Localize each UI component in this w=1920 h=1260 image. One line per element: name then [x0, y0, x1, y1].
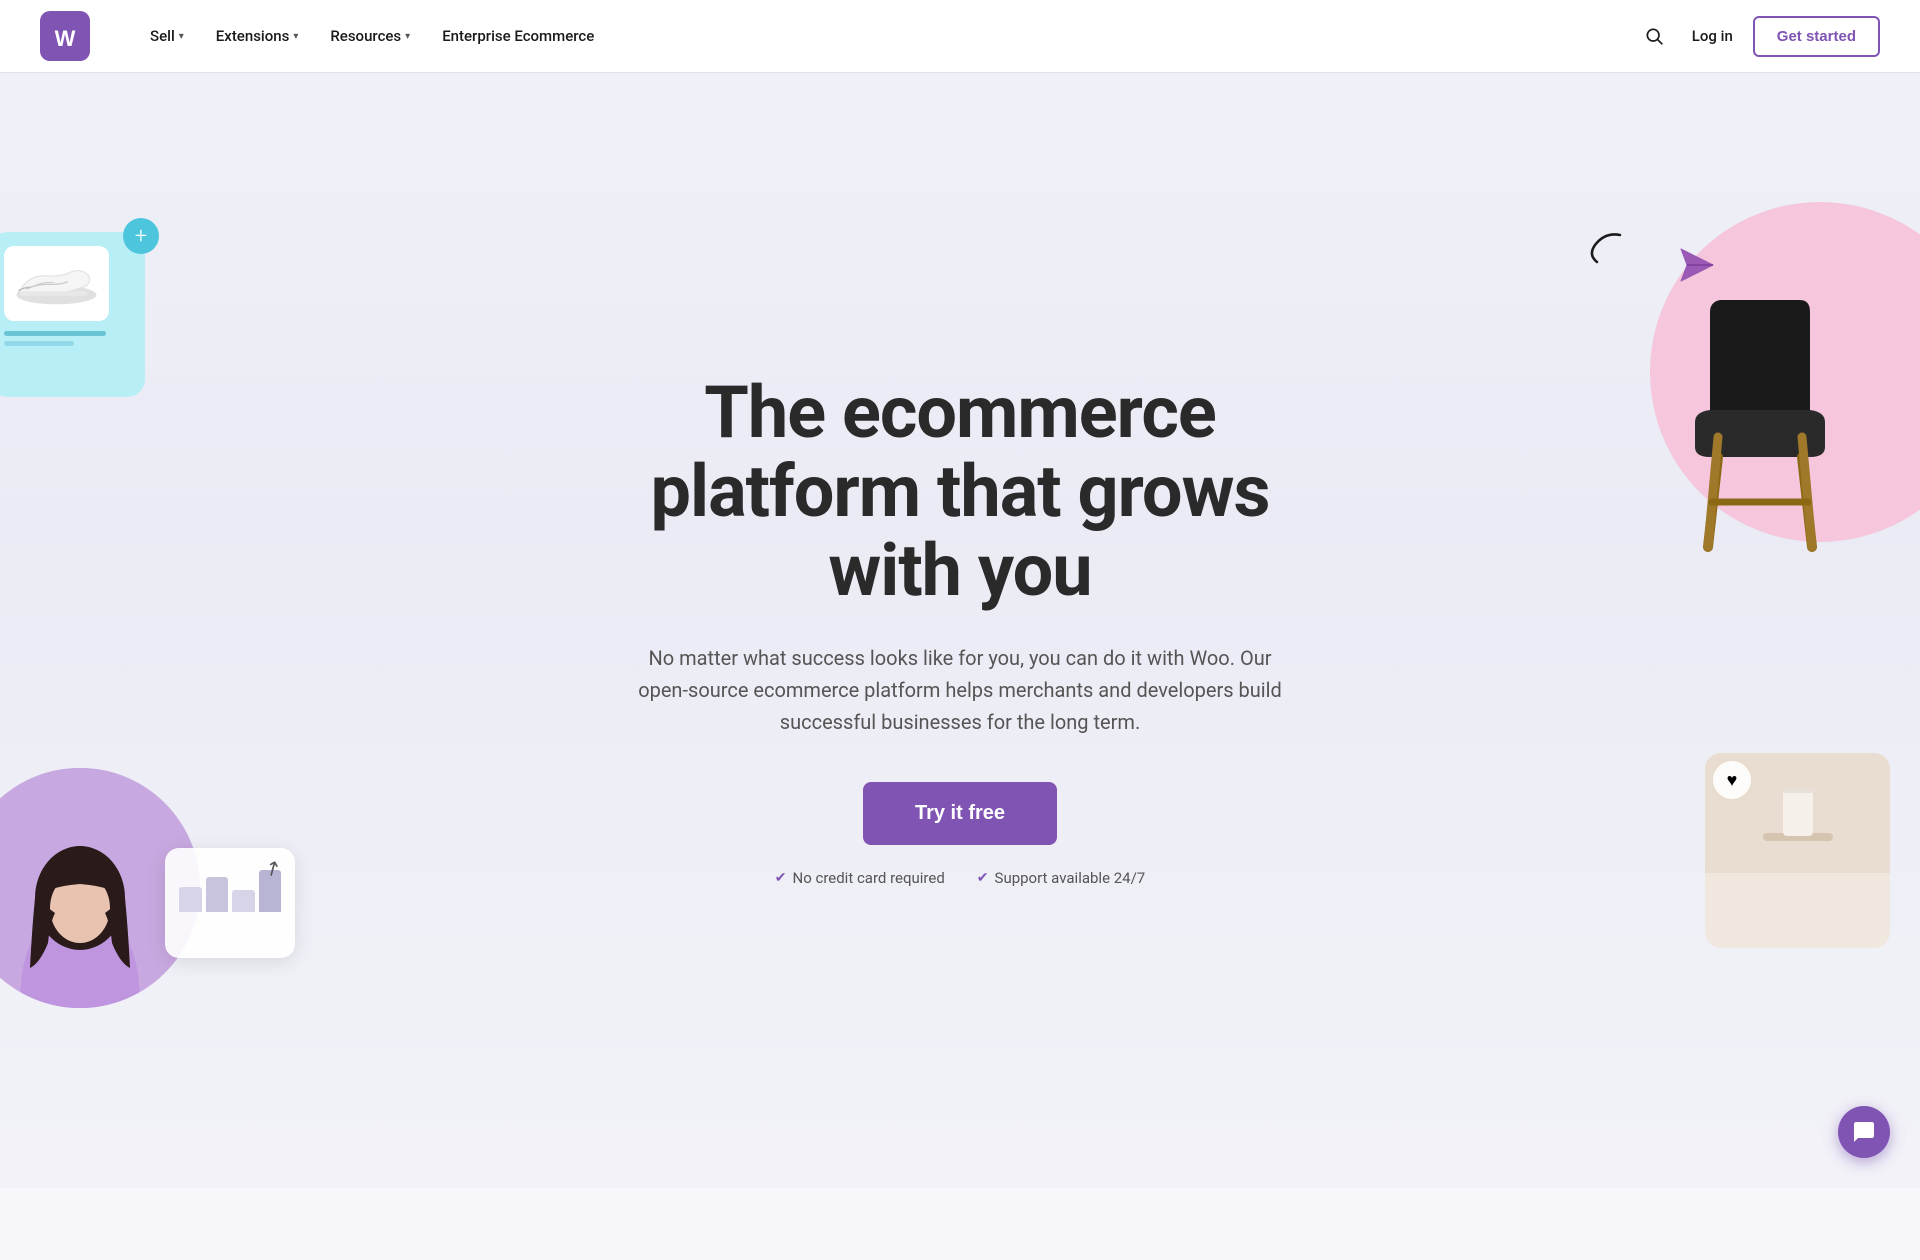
check1-label: No credit card required [793, 869, 945, 887]
hero-section: + [0, 72, 1920, 1188]
nav-links: Sell ▾ Extensions ▾ Resources ▾ Enterpri… [138, 19, 1636, 53]
search-icon [1644, 26, 1664, 46]
bar-1 [179, 887, 202, 912]
hero-checkmarks: ✔ No credit card required ✔ Support avai… [630, 869, 1290, 887]
search-button[interactable] [1636, 18, 1672, 54]
hero-description: No matter what success looks like for yo… [630, 642, 1290, 738]
item-card-decoration: ♥ [1705, 753, 1890, 948]
chair-decoration [1600, 262, 1920, 552]
chat-button[interactable] [1838, 1106, 1890, 1158]
check2-icon: ✔ [977, 870, 989, 886]
nav-right: Log in Get started [1636, 16, 1880, 57]
get-started-button[interactable]: Get started [1753, 16, 1880, 57]
shoe-card-lines [4, 331, 131, 347]
paper-plane-icon [1679, 247, 1715, 291]
check1-icon: ✔ [775, 870, 787, 886]
curl-decoration-icon [1585, 227, 1625, 275]
try-it-free-button[interactable]: Try it free [863, 782, 1057, 845]
nav-extensions[interactable]: Extensions ▾ [204, 19, 311, 53]
main-nav: W Sell ▾ Extensions ▾ Resources ▾ Enterp… [0, 0, 1920, 72]
logo[interactable]: W [40, 11, 90, 61]
candle-item-icon [1748, 768, 1848, 858]
curl-icon [1585, 227, 1625, 267]
bar-2 [206, 877, 229, 912]
support-check: ✔ Support available 24/7 [977, 869, 1145, 887]
shoe-image-decoration [4, 246, 109, 321]
nav-enterprise[interactable]: Enterprise Ecommerce [430, 19, 606, 53]
resources-chevron-icon: ▾ [405, 31, 410, 42]
check2-label: Support available 24/7 [995, 869, 1146, 887]
no-credit-card-check: ✔ No credit card required [775, 869, 945, 887]
extensions-chevron-icon: ▾ [293, 31, 298, 42]
heart-icon: ♥ [1713, 761, 1751, 799]
chat-icon [1852, 1120, 1876, 1144]
svg-text:W: W [55, 26, 76, 51]
paper-plane-svg [1679, 247, 1715, 283]
stats-card-decoration: ↗ [165, 848, 295, 958]
hero-content: The ecommerce platform that grows with y… [630, 373, 1290, 888]
plus-icon: + [123, 218, 159, 254]
hero-title: The ecommerce platform that grows with y… [630, 373, 1290, 611]
sell-chevron-icon: ▾ [179, 31, 184, 42]
shoe-icon [9, 251, 104, 316]
shoe-card-decoration: + [0, 232, 145, 397]
nav-sell[interactable]: Sell ▾ [138, 19, 196, 53]
bar-3 [232, 890, 255, 912]
login-link[interactable]: Log in [1692, 27, 1733, 45]
woo-logo-icon: W [40, 11, 90, 61]
nav-resources[interactable]: Resources ▾ [318, 19, 422, 53]
chair-icon [1660, 292, 1860, 552]
